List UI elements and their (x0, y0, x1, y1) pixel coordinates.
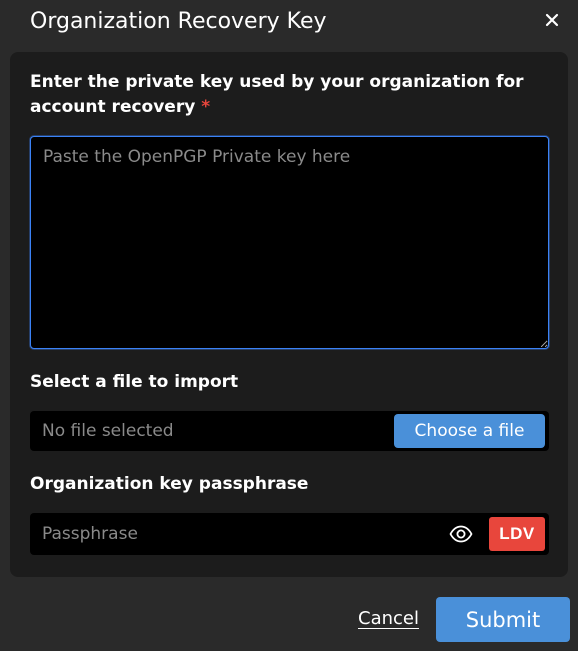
submit-button[interactable]: Submit (436, 597, 570, 642)
toggle-visibility-button[interactable] (448, 522, 474, 546)
file-import-label: Select a file to import (30, 372, 239, 392)
private-key-label-text: Enter the private key used by your organ… (30, 72, 524, 117)
eye-icon (449, 525, 473, 543)
file-picker: No file selected Choose a file (30, 411, 549, 451)
form-panel: Enter the private key used by your organ… (10, 52, 568, 577)
close-button[interactable] (542, 10, 562, 30)
file-status: No file selected (42, 421, 174, 441)
choose-file-button[interactable]: Choose a file (394, 414, 545, 448)
dialog-title: Organization Recovery Key (30, 9, 327, 34)
security-token-badge: LDV (489, 517, 545, 551)
passphrase-input[interactable] (30, 513, 440, 555)
recovery-key-dialog: Organization Recovery Key Enter the priv… (0, 0, 578, 651)
passphrase-label: Organization key passphrase (30, 474, 309, 494)
cancel-button[interactable]: Cancel (358, 607, 419, 631)
private-key-label: Enter the private key used by your organ… (30, 70, 530, 120)
passphrase-field: LDV (30, 513, 549, 555)
required-mark: * (201, 97, 211, 117)
close-icon (545, 13, 559, 27)
private-key-textarea[interactable] (30, 136, 549, 349)
